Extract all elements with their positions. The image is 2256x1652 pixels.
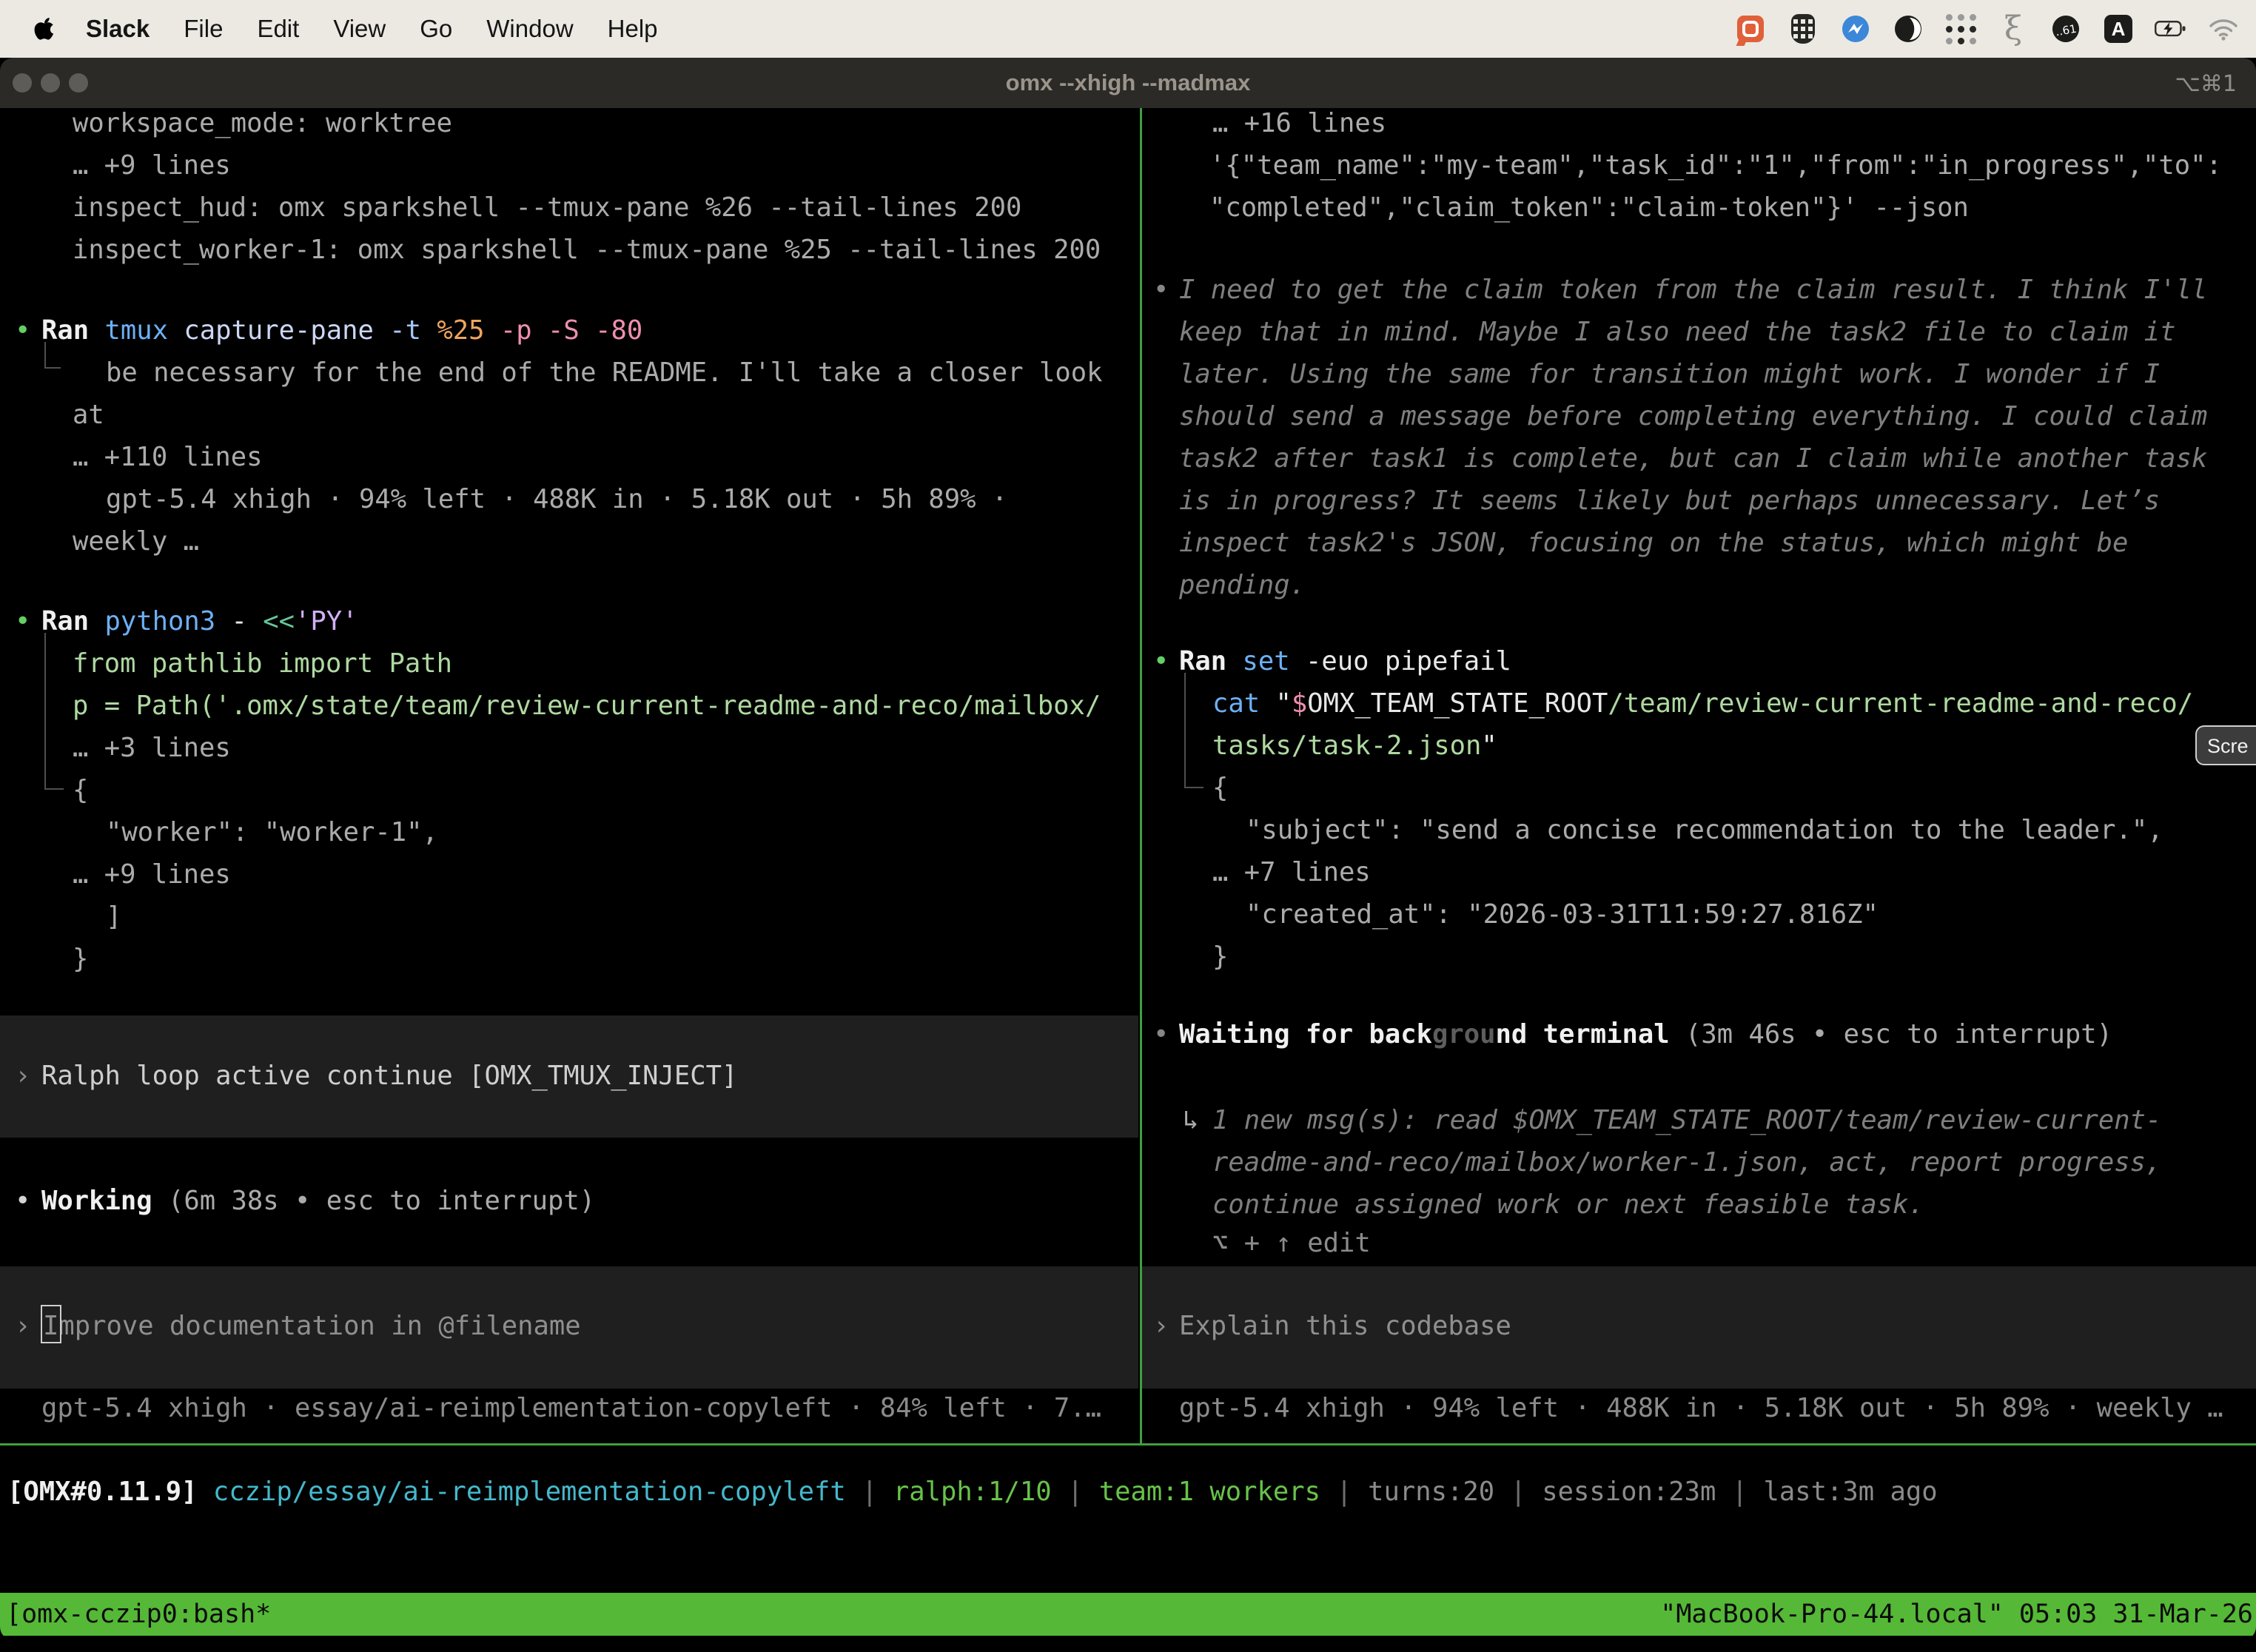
pane-divider-vertical[interactable] bbox=[1140, 108, 1142, 1446]
messenger-icon[interactable] bbox=[1839, 12, 1872, 46]
terminal-line: gpt-5.4 xhigh · 94% left · 488K in · 5.1… bbox=[1179, 1392, 2223, 1425]
apple-menu-icon[interactable] bbox=[34, 16, 55, 41]
terminal-line: I need to get the claim token from the c… bbox=[1179, 274, 2207, 306]
menu-item-app[interactable]: Slack bbox=[86, 15, 150, 43]
terminal-line: • bbox=[15, 605, 30, 638]
terminal-line: at bbox=[73, 399, 104, 432]
terminal-line: ] bbox=[106, 901, 121, 933]
crescent-circle-icon[interactable] bbox=[1892, 12, 1924, 46]
menu-item-file[interactable]: File bbox=[184, 15, 223, 43]
tmux-host-clock-label: "MacBook-Pro-44.local" 05:03 31-Mar-26 bbox=[1660, 1593, 2253, 1636]
terminal-line: tasks/task-2.json" bbox=[1212, 730, 1497, 762]
terminal-line: › bbox=[15, 1310, 30, 1343]
terminal-line: Explain this codebase bbox=[1179, 1310, 1511, 1343]
window-shortcut-hint: ⌥⌘1 bbox=[2175, 71, 2237, 97]
terminal-line: › bbox=[15, 1060, 30, 1092]
terminal-line: Ran python3 - <<'PY' bbox=[41, 605, 358, 638]
terminal-line: keep that in mind. Maybe I also need the… bbox=[1179, 316, 2176, 349]
terminal-line: … +9 lines bbox=[73, 150, 231, 182]
terminal-line: } bbox=[73, 943, 88, 976]
output-connector bbox=[1184, 673, 1203, 788]
terminal-line: Ralph loop active continue [OMX_TMUX_INJ… bbox=[41, 1060, 737, 1092]
terminal-line: inspect task2's JSON, focusing on the st… bbox=[1179, 527, 2128, 560]
output-connector bbox=[44, 342, 61, 369]
menu-item-help[interactable]: Help bbox=[608, 15, 658, 43]
terminal-line: "worker": "worker-1", bbox=[106, 816, 438, 849]
shield-grid-icon[interactable] bbox=[1787, 12, 1819, 46]
terminal-line: • bbox=[15, 1185, 30, 1218]
window-bottom: [omx-cczip0:bash* "MacBook-Pro-44.local"… bbox=[0, 1593, 2256, 1640]
dots-grid-icon[interactable] bbox=[1944, 12, 1977, 46]
terminal-line: readme-and-reco/mailbox/worker-1.json, a… bbox=[1212, 1146, 2161, 1179]
menu-items: Slack File Edit View Go Window Help bbox=[86, 15, 658, 43]
terminal-line: continue assigned work or next feasible … bbox=[1212, 1189, 1924, 1221]
terminal-line: be necessary for the end of the README. … bbox=[106, 357, 1103, 389]
terminal-line: … +3 lines bbox=[73, 732, 231, 765]
menu-item-go[interactable]: Go bbox=[420, 15, 452, 43]
terminal-line: • bbox=[15, 315, 30, 347]
terminal-line: inspect_worker-1: omx sparkshell --tmux-… bbox=[73, 234, 1101, 266]
wifi-icon[interactable] bbox=[2207, 12, 2240, 46]
terminal-line: • bbox=[1153, 274, 1169, 306]
terminal-line: from pathlib import Path bbox=[73, 648, 452, 680]
input-source-a-icon[interactable]: A bbox=[2102, 12, 2135, 46]
countdown-61-icon[interactable]: ..61 bbox=[2049, 12, 2082, 46]
terminal-line: '{"team_name":"my-team","task_id":"1","f… bbox=[1209, 150, 2222, 182]
terminal-line: … +9 lines bbox=[73, 859, 231, 891]
terminal-line: p = Path('.omx/state/team/review-current… bbox=[73, 690, 1101, 722]
menu-item-window[interactable]: Window bbox=[486, 15, 573, 43]
terminal-line: • bbox=[1153, 1018, 1169, 1051]
terminal-line: Ran set -euo pipefail bbox=[1179, 645, 1511, 678]
terminal-line: pending. bbox=[1179, 569, 1306, 602]
terminal-line: › bbox=[1153, 1310, 1169, 1343]
screenshot-notification[interactable]: Scre bbox=[2195, 725, 2256, 765]
terminal-line: Improve documentation in @filename bbox=[43, 1310, 581, 1343]
terminal-line: task2 after task1 is complete, but can I… bbox=[1179, 443, 2207, 475]
tmux-status-bar: [omx-cczip0:bash* "MacBook-Pro-44.local"… bbox=[0, 1593, 2256, 1636]
terminal-line: • bbox=[1153, 645, 1169, 678]
terminal-line: workspace_mode: worktree bbox=[73, 107, 452, 140]
desktop: Slack File Edit View Go Window Help ξ ..61 A omx… bbox=[0, 0, 2256, 1652]
terminal-line: "completed","claim_token":"claim-token"}… bbox=[1209, 192, 1969, 224]
chat-badge-icon[interactable] bbox=[1734, 12, 1767, 46]
pane-divider-horizontal[interactable] bbox=[0, 1443, 2256, 1446]
menu-item-edit[interactable]: Edit bbox=[257, 15, 299, 43]
hud-status-line: [OMX#0.11.9] cczip/essay/ai-reimplementa… bbox=[7, 1476, 1938, 1508]
battery-charging-icon[interactable] bbox=[2155, 12, 2187, 46]
terminal-line: later. Using the same for transition mig… bbox=[1179, 358, 2160, 391]
terminal-line: { bbox=[1212, 772, 1228, 805]
terminal-line: … +7 lines bbox=[1212, 856, 1371, 889]
menu-bar: Slack File Edit View Go Window Help ξ ..61 A bbox=[0, 0, 2256, 58]
terminal-line: "subject": "send a concise recommendatio… bbox=[1246, 814, 2163, 847]
terminal-line: … +110 lines bbox=[73, 441, 262, 474]
terminal-line: gpt-5.4 xhigh · essay/ai-reimplementatio… bbox=[41, 1392, 1101, 1425]
terminal-line: { bbox=[73, 774, 88, 807]
menu-item-view[interactable]: View bbox=[333, 15, 386, 43]
squiggle-icon[interactable]: ξ bbox=[1997, 12, 2030, 46]
output-connector bbox=[44, 633, 64, 790]
terminal-line: Ran tmux capture-pane -t %25 -p -S -80 bbox=[41, 315, 642, 347]
terminal-line: Waiting for background terminal (3m 46s … bbox=[1179, 1018, 2112, 1051]
menu-status-icons: ξ ..61 A bbox=[1734, 12, 2256, 46]
terminal-line: } bbox=[1212, 941, 1228, 973]
terminal-line: weekly … bbox=[73, 526, 199, 558]
terminal-line: … +16 lines bbox=[1212, 107, 1386, 140]
terminal-line: is in progress? It seems likely but perh… bbox=[1179, 485, 2160, 517]
terminal-line: ⌥ + ↑ edit bbox=[1212, 1227, 1371, 1260]
terminal-line: Working (6m 38s • esc to interrupt) bbox=[41, 1185, 595, 1218]
terminal-line: gpt-5.4 xhigh · 94% left · 488K in · 5.1… bbox=[106, 483, 1007, 516]
terminal-line: should send a message before completing … bbox=[1179, 400, 2207, 433]
tmux-session-label: [omx-cczip0:bash* bbox=[6, 1593, 271, 1636]
terminal-line: "created_at": "2026-03-31T11:59:27.816Z" bbox=[1246, 899, 1879, 931]
text-cursor bbox=[41, 1305, 61, 1343]
terminal-line: 1 new msg(s): read $OMX_TEAM_STATE_ROOT/… bbox=[1212, 1104, 2161, 1137]
terminal-line: inspect_hud: omx sparkshell --tmux-pane … bbox=[73, 192, 1021, 224]
window-title: omx --xhigh --madmax bbox=[0, 70, 2256, 96]
terminal-line: cat "$OMX_TEAM_STATE_ROOT/team/review-cu… bbox=[1212, 688, 2193, 720]
terminal-line: ↳ bbox=[1183, 1104, 1198, 1137]
